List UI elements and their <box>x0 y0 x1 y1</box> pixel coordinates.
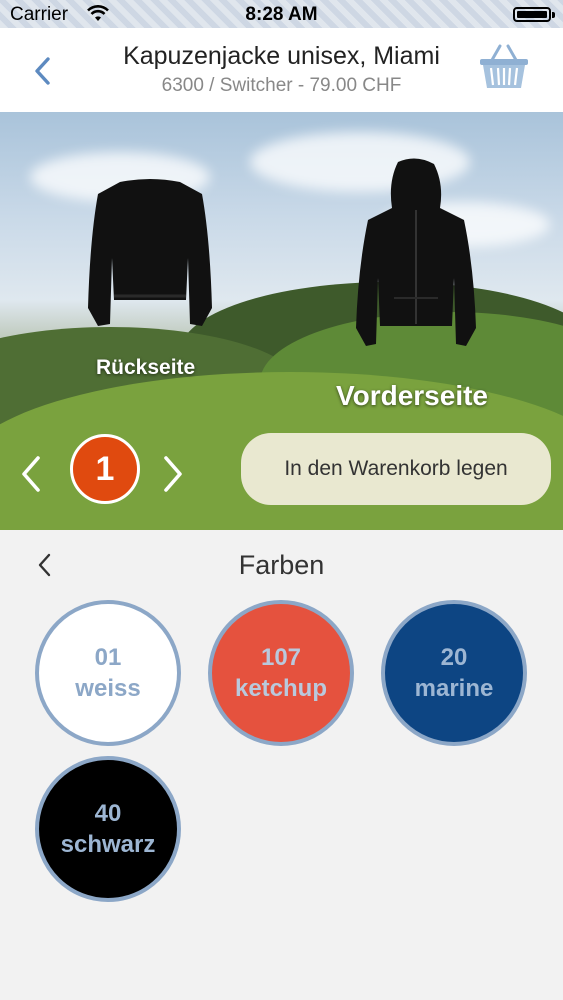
clock: 8:28 AM <box>245 4 318 25</box>
chevron-left-icon[interactable] <box>18 454 44 494</box>
color-swatch-ketchup[interactable]: 107 ketchup <box>208 600 354 746</box>
color-swatch-weiss[interactable]: 01 weiss <box>35 600 181 746</box>
chevron-right-icon[interactable] <box>160 454 186 494</box>
color-code: 107 <box>260 644 302 671</box>
front-view-label: Vorderseite <box>336 380 488 411</box>
basket-icon[interactable] <box>478 42 530 92</box>
colors-title: Farben <box>238 550 325 580</box>
battery-icon <box>513 7 555 22</box>
back-chevron-icon[interactable] <box>30 56 56 86</box>
color-code: 40 <box>94 800 122 827</box>
navigation-bar: Kapuzenjacke unisex, Miami 6300 / Switch… <box>0 28 563 113</box>
color-name: ketchup <box>234 675 327 702</box>
colors-section: Farben 01 weiss 107 ketchup 20 marine 40… <box>0 530 563 1000</box>
color-swatch-schwarz[interactable]: 40 schwarz <box>35 756 181 902</box>
color-code: 01 <box>94 644 122 671</box>
page-title: Kapuzenjacke unisex, Miami <box>123 42 440 70</box>
status-bar: Carrier 8:28 AM <box>0 0 563 28</box>
jacket-front-image[interactable] <box>354 158 478 350</box>
page-subtitle: 6300 / Switcher - 79.00 CHF <box>161 75 402 96</box>
jacket-back-image[interactable] <box>84 178 216 330</box>
color-swatch-marine[interactable]: 20 marine <box>381 600 527 746</box>
color-name: schwarz <box>60 831 156 858</box>
color-name: weiss <box>75 675 141 702</box>
quantity-indicator[interactable]: 1 <box>70 434 140 504</box>
back-view-label: Rückseite <box>96 356 196 379</box>
add-to-cart-button[interactable]: In den Warenkorb legen <box>241 433 551 505</box>
color-code: 20 <box>440 644 468 671</box>
color-name: marine <box>414 675 494 702</box>
product-image-area: Rückseite Vorderseite 1 In den Warenkorb… <box>0 112 563 530</box>
